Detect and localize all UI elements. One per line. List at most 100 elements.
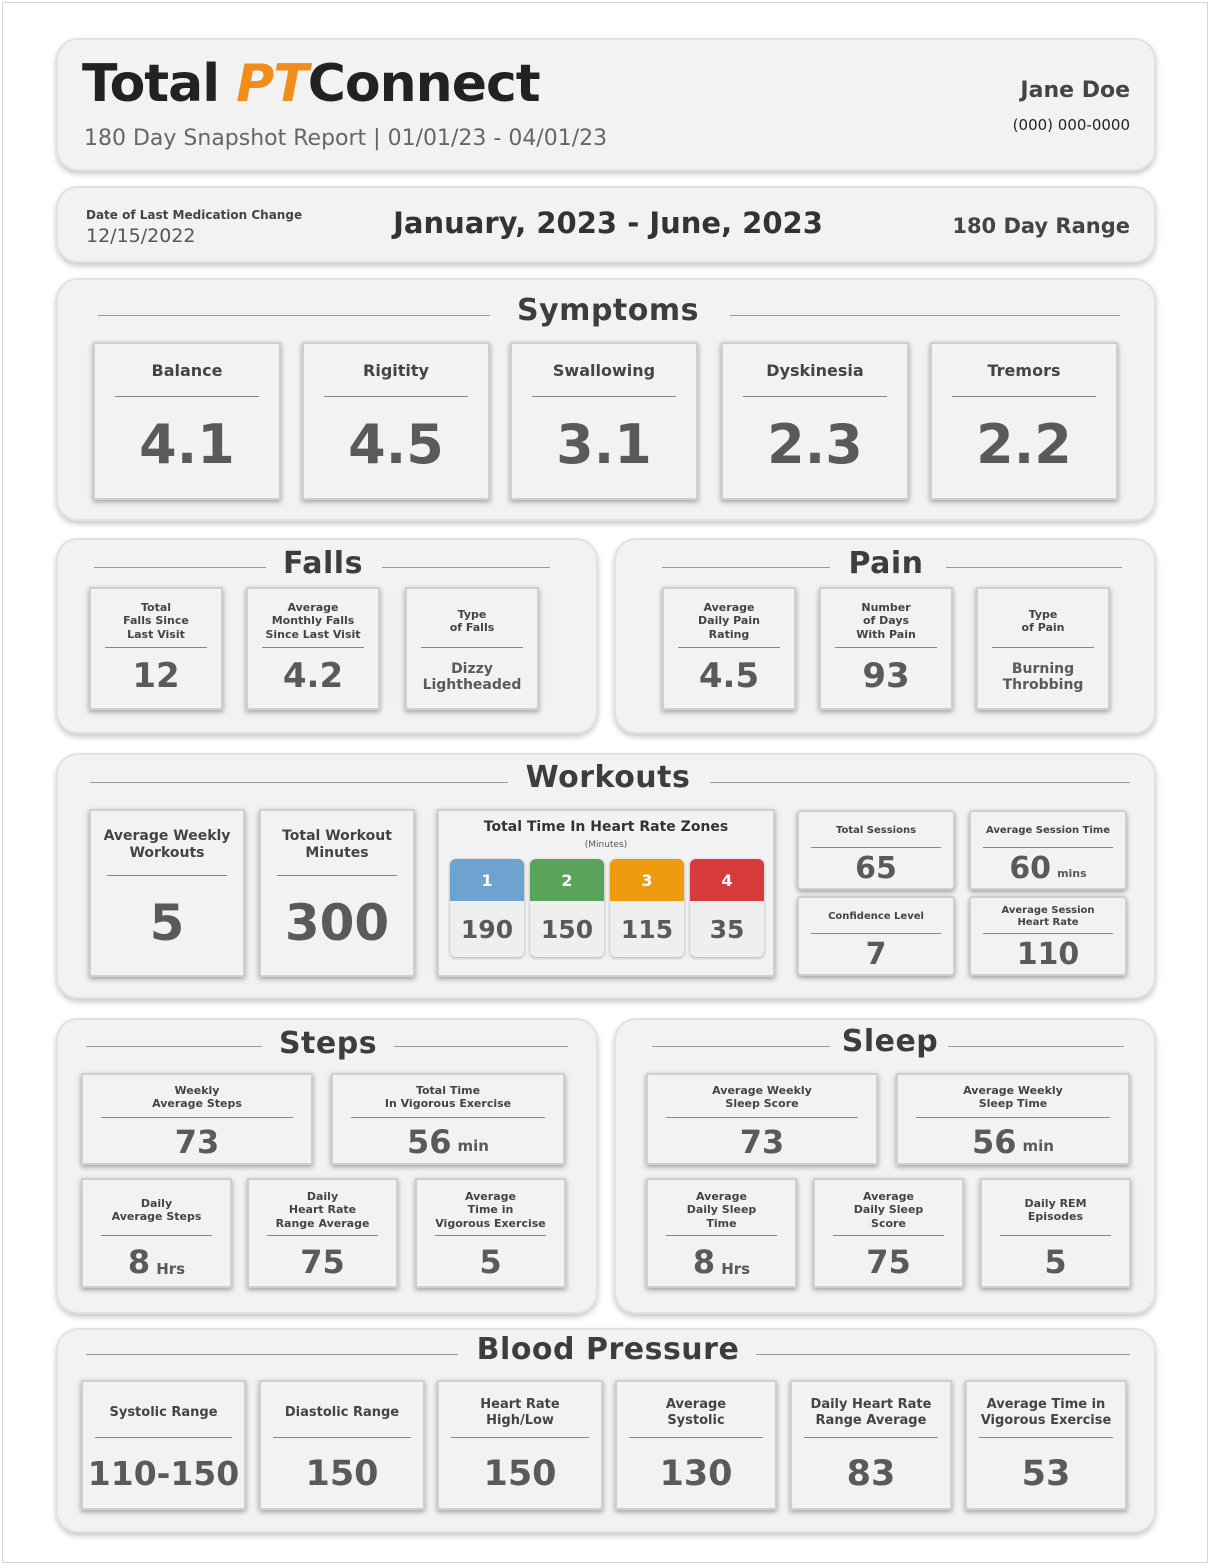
divider bbox=[811, 847, 941, 848]
sleep-card-number: 56 bbox=[972, 1122, 1017, 1161]
falls-card-value: Dizzy Lightheaded bbox=[407, 651, 537, 703]
section-rule-left bbox=[94, 567, 266, 568]
zone-value: 115 bbox=[620, 914, 674, 944]
sleep-card: Average Daily Sleep Time 8 Hrs bbox=[646, 1178, 797, 1288]
session-time-card: Average Session Time 60 mins bbox=[969, 810, 1127, 890]
zone-label: 3 bbox=[610, 859, 684, 901]
pain-card-number: Burning Throbbing bbox=[1002, 660, 1084, 693]
report-subtitle: 180 Day Snapshot Report | 01/01/23 - 04/… bbox=[84, 126, 608, 151]
zone-label: 1 bbox=[450, 859, 524, 901]
symptom-card: Rigitity 4.5 bbox=[302, 342, 490, 500]
sleep-card-value: 73 bbox=[648, 1121, 876, 1163]
falls-card-number: 4.2 bbox=[282, 656, 344, 697]
heart-rate-zones-card: Total Time In Heart Rate Zones (Minutes) 1… bbox=[437, 809, 775, 977]
steps-card: Daily Average Steps 8 Hrs bbox=[81, 1178, 232, 1288]
sleep-card-value: 56 min bbox=[898, 1121, 1128, 1163]
blood-pressure-card-label: Average Systolic bbox=[665, 1397, 727, 1428]
section-rule-right bbox=[948, 1046, 1124, 1047]
session-time-card-label: Average Session Time bbox=[985, 825, 1111, 836]
confidence-card-label: Confidence Level bbox=[828, 911, 924, 922]
divider bbox=[666, 1117, 858, 1118]
pain-card-label: Type of Pain bbox=[1021, 607, 1065, 634]
sleep-card-number: 8 bbox=[692, 1242, 716, 1281]
sleep-card-label: Average Weekly Sleep Score bbox=[712, 1083, 812, 1110]
confidence-card-number: 7 bbox=[865, 936, 887, 972]
sleep-card-label: Daily REM Episodes bbox=[1024, 1196, 1087, 1223]
divider bbox=[678, 647, 780, 648]
sleep-card: Daily REM Episodes 5 bbox=[980, 1178, 1131, 1288]
symptom-card-label: Tremors bbox=[987, 361, 1061, 381]
section-rule-left bbox=[662, 567, 830, 568]
section-rule-right bbox=[710, 782, 1130, 783]
symptom-card-value: 2.2 bbox=[932, 404, 1116, 486]
steps-card-value: 75 bbox=[249, 1238, 396, 1286]
steps-card: Weekly Average Steps 73 bbox=[81, 1073, 313, 1165]
blood-pressure-card: Diastolic Range 150 bbox=[259, 1380, 425, 1510]
section-rule-right bbox=[382, 567, 550, 568]
pain-card-number: 93 bbox=[862, 656, 910, 697]
session-time-card-value: 60 mins bbox=[971, 850, 1125, 888]
symptom-card: Swallowing 3.1 bbox=[510, 342, 698, 500]
session-hr-card-value: 110 bbox=[971, 936, 1125, 974]
session-hr-card-label: Average Session Heart Rate bbox=[1001, 905, 1095, 928]
total-sessions-card: Total Sessions 65 bbox=[797, 810, 955, 890]
date-range-title: January, 2023 - June, 2023 bbox=[393, 206, 823, 240]
session-time-card-number: 60 bbox=[1009, 850, 1052, 886]
workout-minutes-card-number: 300 bbox=[284, 894, 390, 953]
steps-card: Average Time in Vigorous Exercise 5 bbox=[415, 1178, 566, 1288]
divider bbox=[629, 1437, 763, 1438]
pain-card-label: Number of Days With Pain bbox=[856, 601, 916, 641]
heart-rate-zone: 3 115 bbox=[610, 859, 684, 957]
range-label: 180 Day Range bbox=[952, 214, 1130, 238]
divider bbox=[835, 647, 937, 648]
session-hr-card-number: 110 bbox=[1016, 936, 1080, 972]
divider bbox=[532, 396, 676, 397]
blood-pressure-card-label: Systolic Range bbox=[109, 1405, 218, 1421]
brand-total: Total bbox=[82, 54, 220, 114]
heart-rate-zone: 1 190 bbox=[450, 859, 524, 957]
sleep-card-unit: Hrs bbox=[721, 1260, 751, 1278]
weekly-workouts-card-label: Average Weekly Workouts bbox=[103, 828, 231, 861]
symptom-card-label: Balance bbox=[151, 361, 223, 381]
zone-value: 190 bbox=[460, 914, 514, 944]
blood-pressure-card-value: 150 bbox=[261, 1444, 423, 1504]
zones-title: Total Time In Heart Rate Zones bbox=[483, 819, 729, 835]
steps-title: Steps bbox=[278, 1026, 378, 1061]
header-panel: Total PTConnect 180 Day Snapshot Report … bbox=[56, 38, 1156, 171]
zone-label: 2 bbox=[530, 859, 604, 901]
divider bbox=[811, 933, 941, 934]
blood-pressure-card-number: 83 bbox=[846, 1453, 896, 1494]
weekly-workouts-card-number: 5 bbox=[149, 894, 185, 953]
blood-pressure-card-value: 83 bbox=[792, 1444, 950, 1504]
blood-pressure-card-number: 53 bbox=[1021, 1453, 1071, 1494]
sleep-card-number: 73 bbox=[739, 1122, 785, 1161]
blood-pressure-card: Systolic Range 110-150 bbox=[81, 1380, 246, 1510]
section-rule-right bbox=[756, 1354, 1130, 1355]
divider bbox=[451, 1437, 589, 1438]
zone-value: 150 bbox=[540, 914, 594, 944]
blood-pressure-card-number: 110-150 bbox=[87, 1454, 240, 1494]
falls-card-label: Total Falls Since Last Visit bbox=[123, 601, 189, 641]
sleep-card: Average Daily Sleep Score 75 bbox=[813, 1178, 964, 1288]
pain-card: Number of Days With Pain 93 bbox=[819, 587, 953, 710]
falls-card-value: 4.2 bbox=[248, 651, 378, 703]
sleep-card-number: 75 bbox=[866, 1242, 911, 1281]
divider bbox=[833, 1235, 944, 1236]
pain-card-value: 4.5 bbox=[664, 651, 794, 703]
section-rule-right bbox=[394, 1046, 568, 1047]
zone-value: 35 bbox=[709, 914, 745, 944]
symptom-card-value: 4.1 bbox=[95, 404, 279, 486]
blood-pressure-card: Average Systolic 130 bbox=[615, 1380, 777, 1510]
weekly-workouts-card: Average Weekly Workouts 5 bbox=[89, 809, 245, 977]
sleep-card: Average Weekly Sleep Score 73 bbox=[646, 1073, 878, 1165]
divider bbox=[262, 647, 364, 648]
falls-card-label: Average Monthly Falls Since Last Visit bbox=[265, 601, 361, 641]
symptom-card-label: Rigitity bbox=[363, 361, 429, 381]
total-sessions-card-number: 65 bbox=[855, 850, 897, 886]
blood-pressure-card-value: 110-150 bbox=[83, 1444, 244, 1504]
section-rule-left bbox=[652, 1046, 830, 1047]
falls-card: Type of Falls Dizzy Lightheaded bbox=[405, 587, 539, 710]
sleep-card-label: Average Daily Sleep Time bbox=[686, 1190, 757, 1230]
falls-card-label: Type of Falls bbox=[449, 607, 495, 634]
steps-card-label: Average Time in Vigorous Exercise bbox=[435, 1190, 546, 1230]
